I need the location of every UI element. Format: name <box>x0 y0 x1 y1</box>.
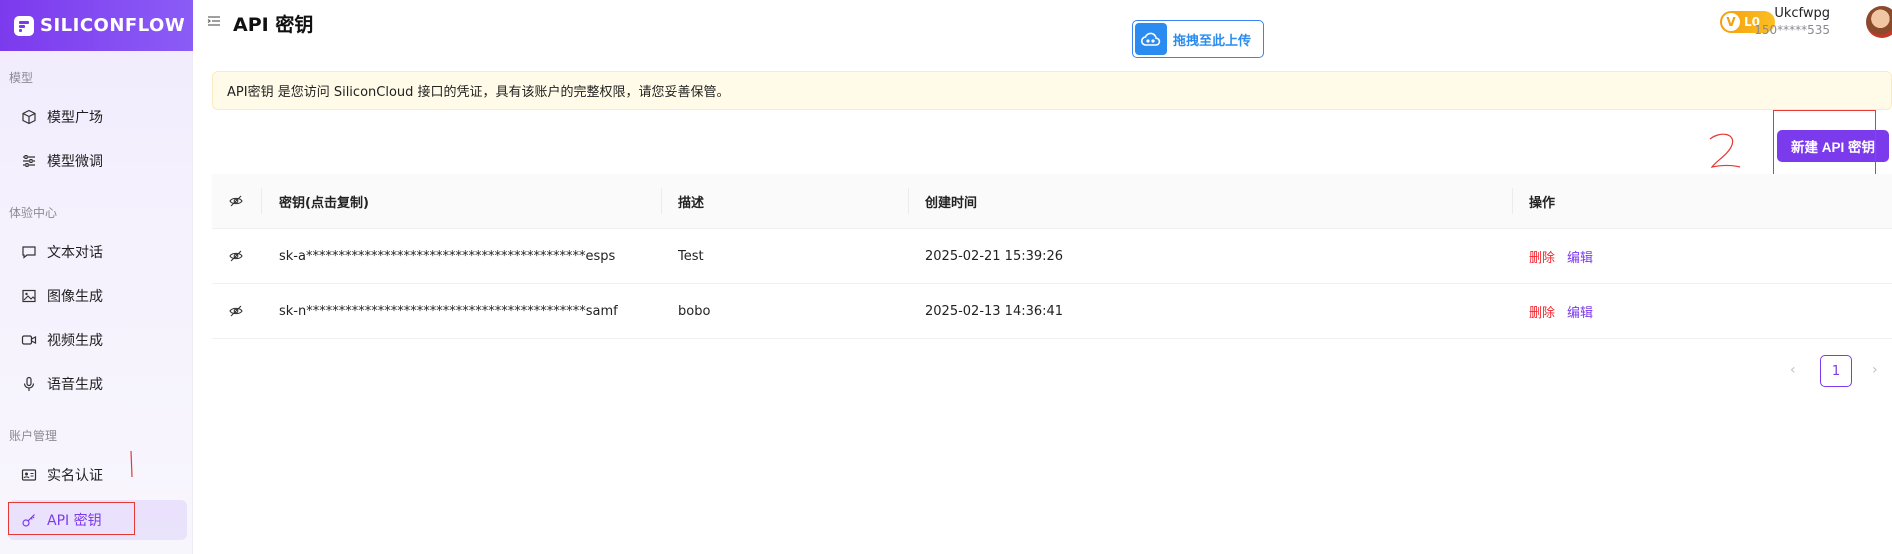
sidebar-item-image-gen[interactable]: 图像生成 <box>8 276 187 316</box>
delete-button[interactable]: 删除 <box>1529 302 1555 321</box>
column-divider <box>661 188 662 214</box>
upload-label: 拖拽至此上传 <box>1173 33 1252 49</box>
sidebar-item-label: 模型微调 <box>47 154 103 170</box>
upload-button[interactable]: 拖拽至此上传 <box>1132 20 1264 58</box>
menu-collapse-icon[interactable] <box>207 14 221 28</box>
sidebar-item-real-name[interactable]: 实名认证 <box>8 455 187 495</box>
delete-button[interactable]: 删除 <box>1529 247 1555 266</box>
table-row: sk-n************************************… <box>212 284 1892 339</box>
api-key-value[interactable]: sk-n************************************… <box>279 304 618 319</box>
header-ops: 操作 <box>1529 195 1556 211</box>
column-divider <box>261 188 262 214</box>
notice-text: API密钥 是您访问 SiliconCloud 接口的凭证，具有该账户的完整权限… <box>227 85 730 100</box>
sidebar-item-model-square[interactable]: 模型广场 <box>8 97 187 137</box>
sidebar-item-voice-gen[interactable]: 语音生成 <box>8 364 187 404</box>
api-key-time: 2025-02-13 14:36:41 <box>925 303 1064 319</box>
sidebar-item-video-gen[interactable]: 视频生成 <box>8 320 187 360</box>
sidebar-item-api-key[interactable]: API 密钥 <box>8 500 187 540</box>
section-title-models: 模型 <box>9 71 34 85</box>
section-title-account: 账户管理 <box>9 429 58 443</box>
pagination-next-icon[interactable]: › <box>1872 362 1878 378</box>
api-key-time: 2025-02-21 15:39:26 <box>925 248 1064 264</box>
edit-button[interactable]: 编辑 <box>1567 302 1593 321</box>
sidebar-item-label: 模型广场 <box>47 110 103 126</box>
avatar[interactable] <box>1866 6 1892 38</box>
sidebar-item-label: 图像生成 <box>47 289 103 305</box>
id-card-icon <box>21 469 37 481</box>
pagination-prev-icon[interactable]: ‹ <box>1790 362 1796 378</box>
siliconflow-logo-icon <box>14 15 34 36</box>
page-title: API 密钥 <box>233 14 314 36</box>
mic-icon <box>23 376 35 391</box>
table-row: sk-a************************************… <box>212 229 1892 284</box>
column-divider <box>1512 188 1513 214</box>
sidebar-item-model-finetune[interactable]: 模型微调 <box>8 141 187 181</box>
sliders-icon <box>23 155 35 167</box>
pagination-page-1[interactable]: 1 <box>1820 355 1852 387</box>
chat-icon <box>22 246 36 259</box>
cube-icon <box>22 109 36 125</box>
section-title-experience: 体验中心 <box>9 206 58 220</box>
vip-icon: V <box>1722 13 1740 31</box>
row-actions: 删除 编辑 <box>1529 302 1593 321</box>
annotation-mark-1 <box>130 450 133 478</box>
logo[interactable]: SILICONFLOW <box>0 0 193 51</box>
sidebar-item-label: 视频生成 <box>47 333 103 349</box>
api-key-desc: bobo <box>678 303 711 319</box>
header-desc: 描述 <box>678 195 705 211</box>
sidebar-item-label: API 密钥 <box>47 513 102 529</box>
header-time: 创建时间 <box>925 195 978 211</box>
logo-text: SILICONFLOW <box>40 15 186 36</box>
notice-banner: API密钥 是您访问 SiliconCloud 接口的凭证，具有该账户的完整权限… <box>212 71 1892 110</box>
sidebar-item-label: 语音生成 <box>47 377 103 393</box>
sidebar-item-label: 文本对话 <box>47 245 103 261</box>
key-icon <box>22 514 35 527</box>
cloud-upload-icon <box>1135 23 1167 55</box>
table-header: 密钥(点击复制) 描述 创建时间 操作 <box>212 174 1892 229</box>
eye-off-icon[interactable] <box>229 249 243 263</box>
image-icon <box>22 289 36 303</box>
api-key-table: 密钥(点击复制) 描述 创建时间 操作 sk-a****************… <box>212 174 1892 339</box>
api-key-desc: Test <box>678 248 704 264</box>
sidebar-item-text-chat[interactable]: 文本对话 <box>8 232 187 272</box>
row-actions: 删除 编辑 <box>1529 247 1593 266</box>
sidebar: SILICONFLOW 模型 模型广场 模型微调 体验中心 文本对话 图像生成 … <box>0 0 193 554</box>
sidebar-item-label: 实名认证 <box>47 468 103 484</box>
annotation-mark-2 <box>1709 133 1741 168</box>
video-icon <box>21 335 37 345</box>
edit-button[interactable]: 编辑 <box>1567 247 1593 266</box>
user-name[interactable]: Ukcfwpg <box>1774 6 1830 21</box>
header-key: 密钥(点击复制) <box>279 195 369 211</box>
user-phone: 150*****535 <box>1754 23 1830 37</box>
eye-off-icon[interactable] <box>229 194 243 208</box>
eye-off-icon[interactable] <box>229 304 243 318</box>
create-api-key-button[interactable]: 新建 API 密钥 <box>1777 130 1889 162</box>
column-divider <box>908 188 909 214</box>
api-key-value[interactable]: sk-a************************************… <box>279 249 615 264</box>
